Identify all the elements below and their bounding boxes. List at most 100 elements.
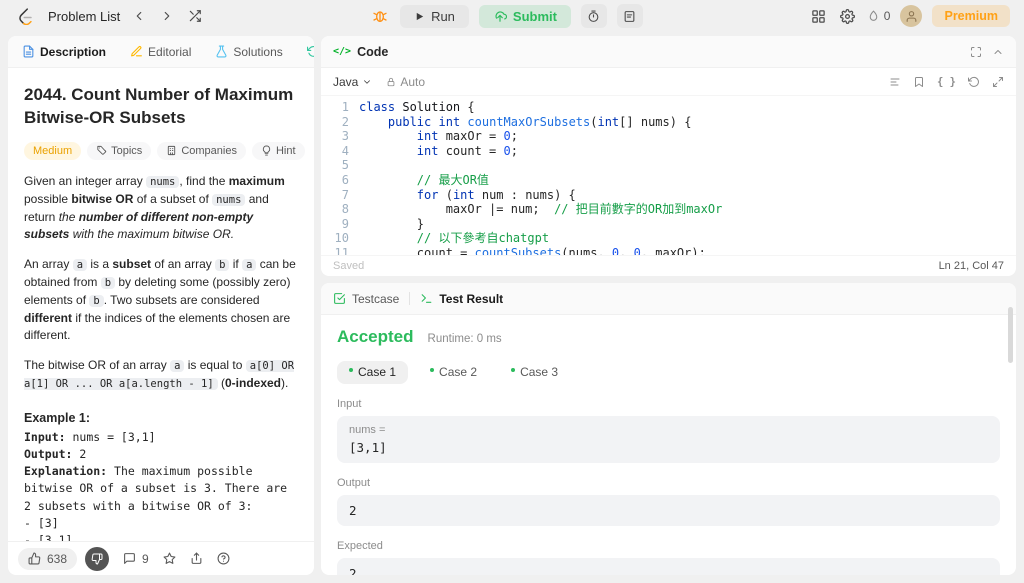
description-content[interactable]: 2044. Count Number of Maximum Bitwise-OR… — [8, 68, 314, 541]
hint-label: Hint — [275, 144, 296, 157]
chevron-left-icon — [136, 11, 142, 21]
runtime: Runtime: 0 ms — [427, 333, 502, 345]
hint-chip[interactable]: Hint — [251, 141, 305, 160]
random-problem-button[interactable] — [186, 7, 204, 25]
difficulty-badge[interactable]: Medium — [24, 141, 82, 160]
description-footer: 638 9 — [8, 541, 314, 575]
case-1-button[interactable]: Case 1 — [337, 361, 409, 384]
meta-row: Medium Topics Companies Hint — [24, 141, 305, 160]
submit-label: Submit — [512, 8, 557, 24]
leetcode-logo-icon — [19, 8, 32, 25]
bookmark-button[interactable] — [913, 76, 925, 88]
tab-solutions[interactable]: Solutions — [211, 43, 286, 61]
line-numbers: 1 2 3 4 5 6 7 8 9 10 11 — [334, 100, 349, 255]
input-label: Input — [337, 398, 362, 410]
case-pass-dot — [511, 368, 516, 372]
history-icon — [306, 45, 314, 57]
code-tab[interactable]: </> Code — [333, 45, 388, 59]
fullscreen-editor-button[interactable] — [992, 76, 1004, 88]
cloud-upload-icon — [495, 11, 507, 22]
case-3-button[interactable]: Case 3 — [499, 361, 570, 384]
tab-description[interactable]: Description — [18, 43, 110, 61]
submit-button[interactable]: Submit — [478, 4, 571, 28]
comments-button[interactable]: 9 — [123, 548, 149, 570]
description-panel: Description Editorial Solutions 2044. Co… — [8, 36, 314, 575]
settings-button[interactable] — [838, 7, 857, 26]
apps-grid-button[interactable] — [809, 7, 828, 26]
help-button[interactable] — [217, 552, 230, 565]
play-icon — [416, 12, 424, 20]
problem-title: 2044. Count Number of Maximum Bitwise-OR… — [24, 85, 294, 127]
bug-icon — [373, 11, 387, 22]
chevron-right-icon — [164, 11, 170, 21]
timer-button[interactable] — [580, 4, 607, 28]
grid-icon — [812, 9, 825, 23]
test-result-body[interactable]: Accepted Runtime: 0 ms Case 1 Case 2 Cas… — [321, 315, 1016, 575]
user-icon — [906, 10, 917, 22]
case-3-label: Case 3 — [520, 365, 559, 379]
check-square-icon — [334, 293, 345, 304]
star-icon — [163, 552, 176, 564]
maximize-panel-button[interactable] — [970, 46, 982, 58]
prev-problem-button[interactable] — [130, 7, 148, 25]
expand-icon — [993, 76, 1003, 87]
notes-button[interactable] — [616, 4, 643, 28]
topbar-right: 0 Premium — [809, 5, 1010, 27]
debug-button[interactable] — [370, 6, 390, 26]
tab-description-label: Description — [40, 44, 107, 59]
input-value: [3,1] — [349, 440, 387, 455]
note-icon — [625, 10, 635, 22]
example-1-block: Input: nums = [3,1] Output: 2 Explanation:… — [24, 429, 295, 541]
tab-editorial[interactable]: Editorial — [126, 43, 195, 61]
tab-testcase[interactable]: Testcase — [333, 292, 399, 306]
cursor-position: Ln 21, Col 47 — [938, 260, 1004, 272]
autocomplete-label: Auto — [400, 74, 426, 89]
tab-submissions[interactable]: Submissions — [303, 43, 314, 61]
code-icon: </> — [333, 46, 352, 57]
topics-label: Topics — [111, 144, 143, 157]
collapse-panel-button[interactable] — [992, 46, 1004, 58]
run-label: Run — [431, 8, 455, 24]
avatar[interactable] — [900, 5, 923, 27]
dislike-button[interactable] — [85, 546, 110, 571]
question-circle-icon — [217, 552, 230, 565]
language-selector[interactable]: Java — [333, 75, 372, 89]
snippets-button[interactable]: { } — [937, 76, 956, 88]
next-problem-button[interactable] — [158, 7, 176, 25]
editor-statusbar: Saved Ln 21, Col 47 — [321, 255, 1016, 276]
autocomplete-toggle[interactable]: Auto — [386, 75, 425, 89]
streak-counter[interactable]: 0 — [867, 9, 890, 23]
like-button[interactable]: 638 — [18, 547, 78, 570]
problem-paragraph: Given an integer array nums, find the ma… — [24, 173, 285, 241]
input-box[interactable]: nums = [3,1] — [337, 416, 1000, 463]
tab-test-result[interactable]: Test Result — [420, 292, 503, 306]
format-code-button[interactable] — [889, 76, 901, 88]
tab-test-result-label: Test Result — [439, 291, 504, 306]
leetcode-logo[interactable] — [14, 5, 36, 27]
share-button[interactable] — [190, 552, 203, 565]
companies-label: Companies — [181, 144, 237, 157]
code-editor[interactable]: 1 2 3 4 5 6 7 8 9 10 11 class Solution { public in… — [321, 96, 1016, 255]
star-button[interactable] — [163, 552, 176, 565]
terminal-icon — [421, 294, 432, 303]
reset-code-button[interactable] — [968, 76, 980, 88]
scrollbar-thumb[interactable] — [1008, 307, 1013, 363]
premium-button[interactable]: Premium — [932, 5, 1010, 27]
like-count: 638 — [47, 551, 68, 566]
result-status-row: Accepted Runtime: 0 ms — [337, 327, 1000, 347]
shuffle-icon — [190, 10, 202, 22]
expected-box[interactable]: 2 — [337, 558, 1000, 575]
code-panel-header: </> Code — [321, 36, 1016, 68]
file-text-icon — [23, 45, 34, 58]
problem-paragraph: The bitwise OR of an array a is equal to… — [24, 357, 295, 390]
code-lines: class Solution { public int countMaxOrSu… — [359, 100, 723, 255]
case-2-button[interactable]: Case 2 — [418, 361, 489, 384]
result-status: Accepted — [337, 327, 414, 346]
topics-chip[interactable]: Topics — [87, 141, 152, 160]
problem-list-button[interactable]: Problem List — [48, 9, 120, 24]
companies-chip[interactable]: Companies — [157, 141, 246, 160]
run-button[interactable]: Run — [400, 4, 469, 28]
toolbar-right: { } — [889, 76, 1004, 88]
output-box[interactable]: 2 — [337, 495, 1000, 526]
tab-editorial-label: Editorial — [148, 44, 192, 59]
